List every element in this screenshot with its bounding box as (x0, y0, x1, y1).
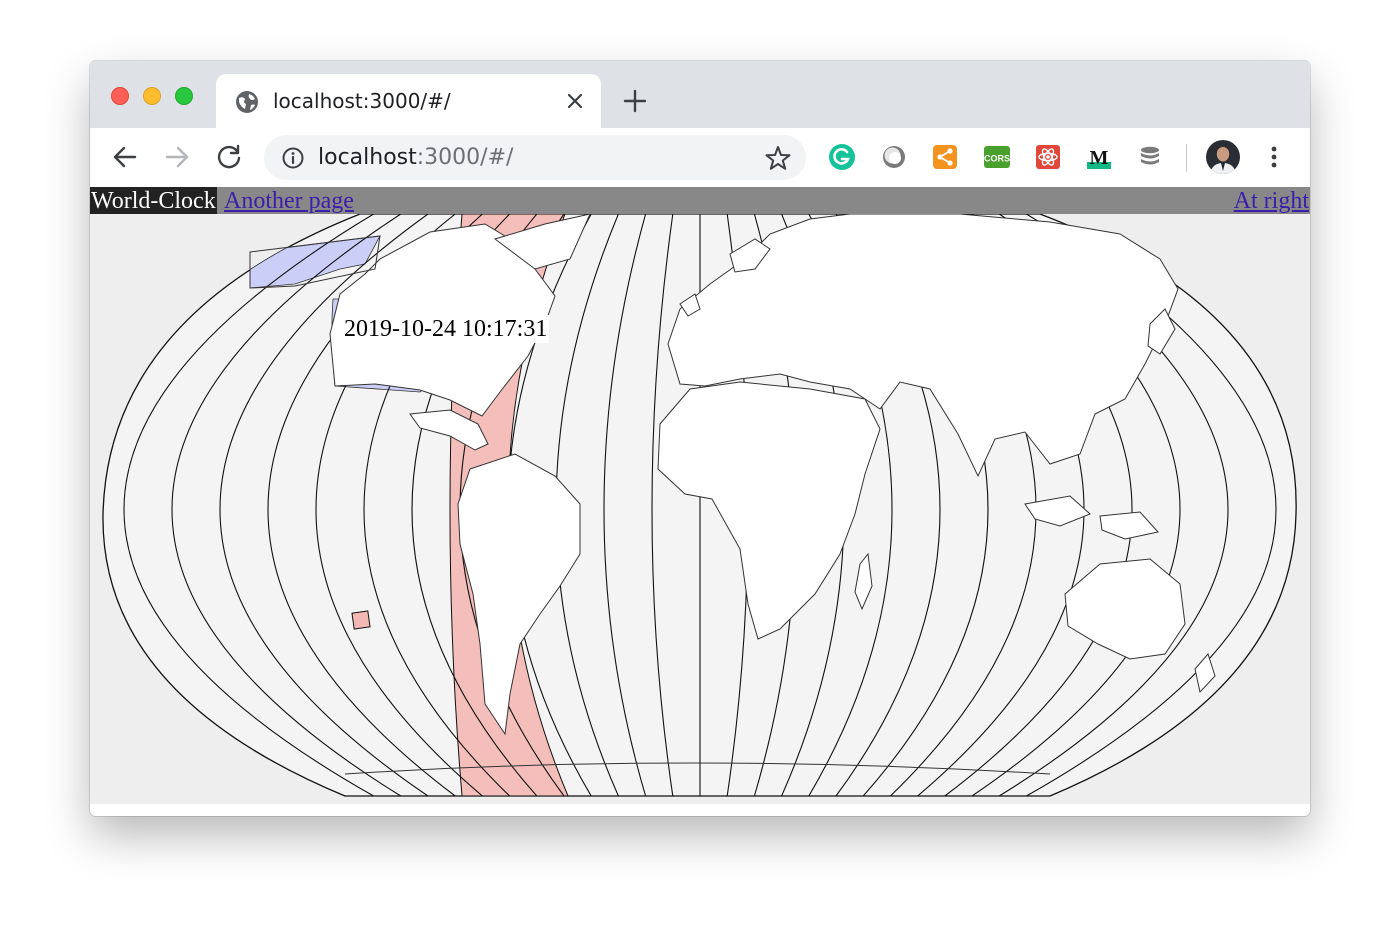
at-right-link[interactable]: At right (1234, 187, 1309, 216)
browser-toolbar: localhost:3000/#/ CORS M (90, 128, 1310, 188)
site-info-icon[interactable] (281, 146, 305, 170)
react-devtools-icon[interactable] (1034, 143, 1062, 171)
tab-title: localhost:3000/#/ (273, 89, 451, 113)
browser-window: localhost:3000/#/ localhost:3000/#/ CORS… (90, 61, 1310, 816)
page-viewport: World-Clock Another page At right 2019-1… (90, 187, 1310, 816)
grammarly-icon[interactable] (828, 143, 856, 171)
kebab-menu-icon[interactable] (1262, 142, 1286, 172)
clock-display: 2019-10-24 10:17:31 (342, 315, 550, 343)
cors-extension-icon[interactable]: CORS (983, 143, 1011, 171)
address-bar[interactable]: localhost:3000/#/ (264, 135, 806, 180)
close-window-button[interactable] (111, 87, 129, 105)
timezone-map[interactable] (90, 214, 1310, 804)
back-arrow-icon[interactable] (111, 143, 139, 171)
sphere-extension-icon[interactable] (880, 143, 908, 171)
svg-text:M: M (1090, 147, 1109, 169)
minimize-window-button[interactable] (143, 87, 161, 105)
app-brand[interactable]: World-Clock (90, 187, 217, 214)
profile-avatar[interactable] (1206, 140, 1240, 174)
address-url[interactable]: localhost:3000/#/ (318, 145, 513, 171)
app-navbar: World-Clock Another page At right (90, 187, 1310, 214)
share-extension-icon[interactable] (931, 143, 959, 171)
close-tab-icon[interactable] (564, 90, 586, 112)
toolbar-separator (1186, 144, 1187, 172)
browser-tab[interactable]: localhost:3000/#/ (216, 74, 601, 128)
bookmark-star-icon[interactable] (764, 144, 792, 172)
medium-extension-icon[interactable]: M (1085, 143, 1113, 171)
another-page-link[interactable]: Another page (224, 187, 354, 216)
globe-icon (236, 91, 258, 113)
url-path: :3000/#/ (416, 145, 514, 170)
world-map-area: 2019-10-24 10:17:31 (90, 214, 1310, 804)
url-host: localhost (318, 145, 417, 170)
highlighted-island-zone[interactable] (351, 610, 371, 630)
forward-arrow-icon[interactable] (163, 143, 191, 171)
tab-strip: localhost:3000/#/ (90, 61, 1310, 128)
reload-icon[interactable] (215, 143, 243, 171)
svg-text:CORS: CORS (984, 154, 1010, 164)
maximize-window-button[interactable] (175, 87, 193, 105)
database-extension-icon[interactable] (1136, 143, 1164, 171)
new-tab-icon[interactable] (622, 88, 648, 114)
